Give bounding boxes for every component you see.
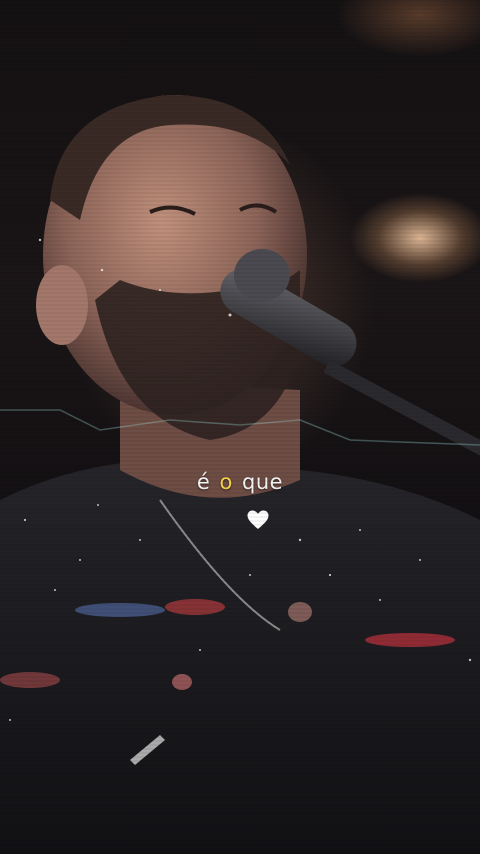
shirt <box>0 462 480 854</box>
singer-photo <box>0 95 480 854</box>
lyric-word-highlighted: o <box>219 470 233 494</box>
lyric-word: que <box>242 470 284 494</box>
ear <box>36 265 88 345</box>
lyric-word: é <box>196 470 211 494</box>
video-frame: é o que <box>0 0 480 854</box>
lyric-line: é o que <box>0 470 480 494</box>
heart-icon <box>247 510 269 529</box>
